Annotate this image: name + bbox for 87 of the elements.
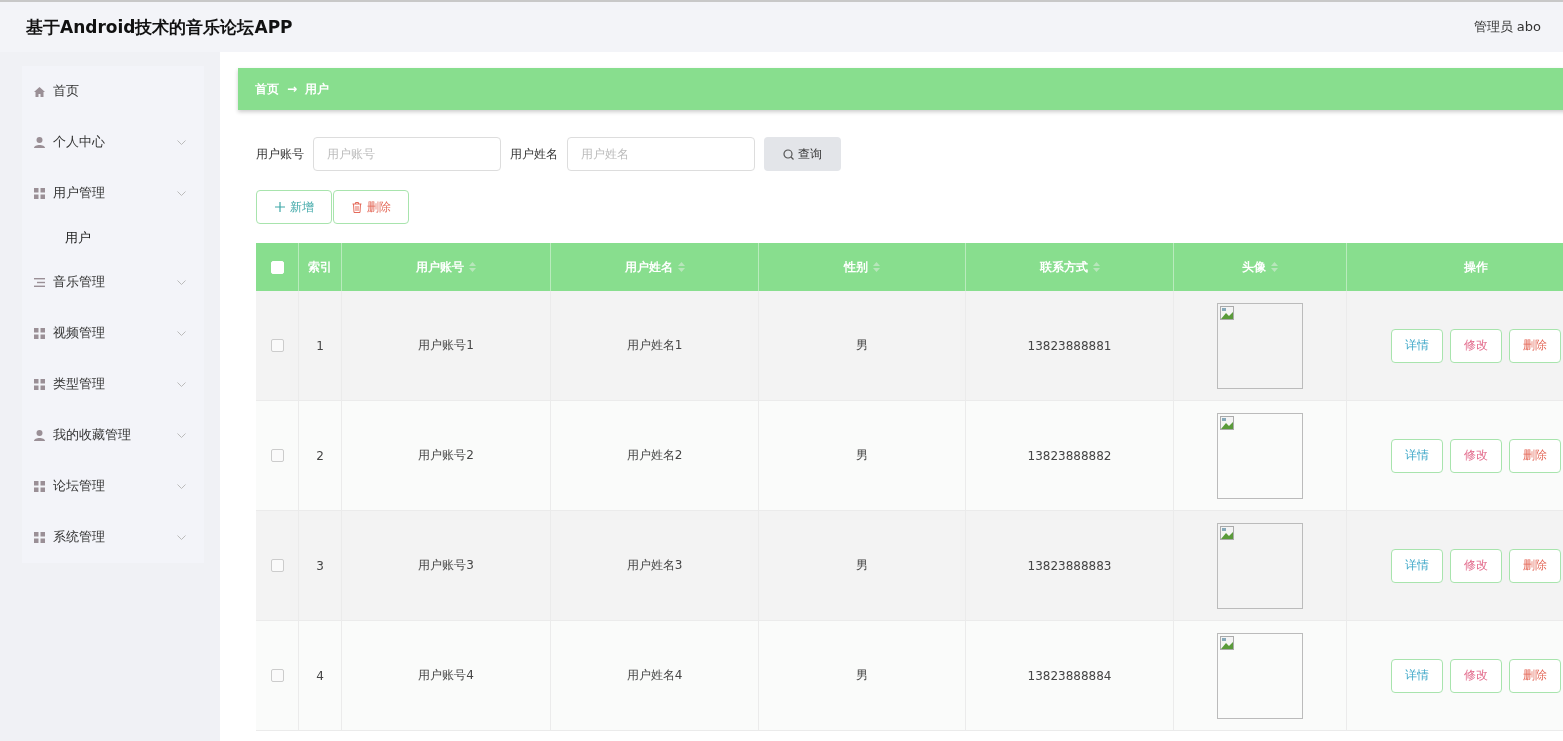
trash-icon [351,201,362,213]
table-cell: 1 [316,338,324,353]
row-checkbox[interactable] [270,449,284,462]
edit-button[interactable]: 修改 [1449,328,1502,363]
broken-image-icon [1220,415,1234,430]
sidebar-subitem[interactable]: 用户 [22,219,204,257]
sidebar-item[interactable]: 论坛管理 [22,461,204,512]
search-icon [783,148,794,160]
sidebar-item[interactable]: 音乐管理 [22,257,204,308]
table-cell: 13823888884 [1027,668,1112,683]
table-cell: 13823888882 [1027,448,1112,463]
delete-button[interactable]: 删除 [1508,548,1561,583]
sidebar-item[interactable]: 视频管理 [22,308,204,359]
column-header: 用户账号 [416,258,464,276]
sidebar-item[interactable]: 类型管理 [22,359,204,410]
field-label: 用户账号 [256,145,304,163]
broken-image-icon [1220,525,1234,540]
sort-icon[interactable] [1271,262,1278,272]
column-header: 操作 [1463,258,1488,276]
table-cell: 男 [856,337,868,354]
column-header: 头像 [1242,258,1266,276]
search-field[interactable]: 用户姓名 [567,137,755,171]
grid-icon [34,481,45,492]
broken-image-icon [1220,635,1234,650]
table-cell: 用户姓名3 [626,557,683,574]
table-cell: 2 [316,448,324,463]
sidebar-item[interactable]: 个人中心 [22,117,204,168]
sort-icon[interactable] [873,262,880,272]
table-cell: 用户账号3 [418,557,474,574]
table-cell: 男 [856,667,868,684]
grid-icon [34,532,45,543]
row-checkbox[interactable] [270,669,284,682]
column-header: 用户姓名 [624,258,673,276]
table-cell: 13823888883 [1027,558,1112,573]
delete-button[interactable]: 删除 [1508,438,1561,473]
grid-icon [34,188,45,199]
breadcrumb-text: 用户 [305,80,330,98]
column-header: 性别 [844,258,868,276]
field-label: 用户姓名 [510,145,558,163]
sidebar-item[interactable]: 用户管理 [22,168,204,219]
home-icon [34,86,45,97]
plus-icon [274,202,285,212]
app-title: 基于Android技术的音乐论坛APP [26,15,293,39]
list-icon [34,278,45,287]
table-cell: 男 [856,447,868,464]
detail-button[interactable]: 详情 [1390,438,1443,473]
row-checkbox[interactable] [270,559,284,572]
sort-icon[interactable] [1092,262,1100,272]
table-cell: 用户账号1 [418,337,474,354]
user-name: 管理员 abo [1473,18,1541,36]
search-button[interactable]: 查询 [764,137,841,171]
table-cell: 用户姓名1 [626,337,683,354]
delete-button[interactable]: 删除 [333,190,409,224]
table-cell: 4 [316,668,324,683]
table-cell: 13823888881 [1027,338,1112,353]
table-cell: 用户姓名4 [626,667,683,684]
sidebar-item[interactable]: 首页 [22,66,204,117]
edit-button[interactable]: 修改 [1449,438,1502,473]
table-cell: 用户账号2 [418,447,474,464]
table-cell: 男 [856,557,868,574]
edit-button[interactable]: 修改 [1449,658,1502,693]
select-all-checkbox[interactable] [270,260,284,274]
edit-button[interactable]: 修改 [1449,548,1502,583]
detail-button[interactable]: 详情 [1390,658,1443,693]
sort-icon[interactable] [677,262,685,272]
table-cell: 3 [316,558,324,573]
column-header: 索引 [308,258,332,276]
user-icon [34,430,45,441]
user-icon [34,137,45,148]
table-cell: 用户账号4 [418,667,474,684]
delete-button[interactable]: 删除 [1508,658,1561,693]
detail-button[interactable]: 详情 [1390,328,1443,363]
grid-icon [34,379,45,390]
search-field[interactable]: 用户账号 [313,137,501,171]
row-checkbox[interactable] [270,339,284,352]
delete-button[interactable]: 删除 [1508,328,1561,363]
breadcrumb-text: → [287,82,298,96]
column-header: 联系方式 [1039,258,1088,276]
add-button[interactable]: 新增 [256,190,332,224]
table-cell: 用户姓名2 [626,447,683,464]
broken-image-icon [1220,305,1234,320]
sidebar-item[interactable]: 我的收藏管理 [22,410,204,461]
sort-icon[interactable] [469,262,476,272]
detail-button[interactable]: 详情 [1390,548,1443,583]
grid-icon [34,328,45,339]
breadcrumb-text: 首页 [255,80,279,98]
sidebar-item[interactable]: 系统管理 [22,512,204,563]
